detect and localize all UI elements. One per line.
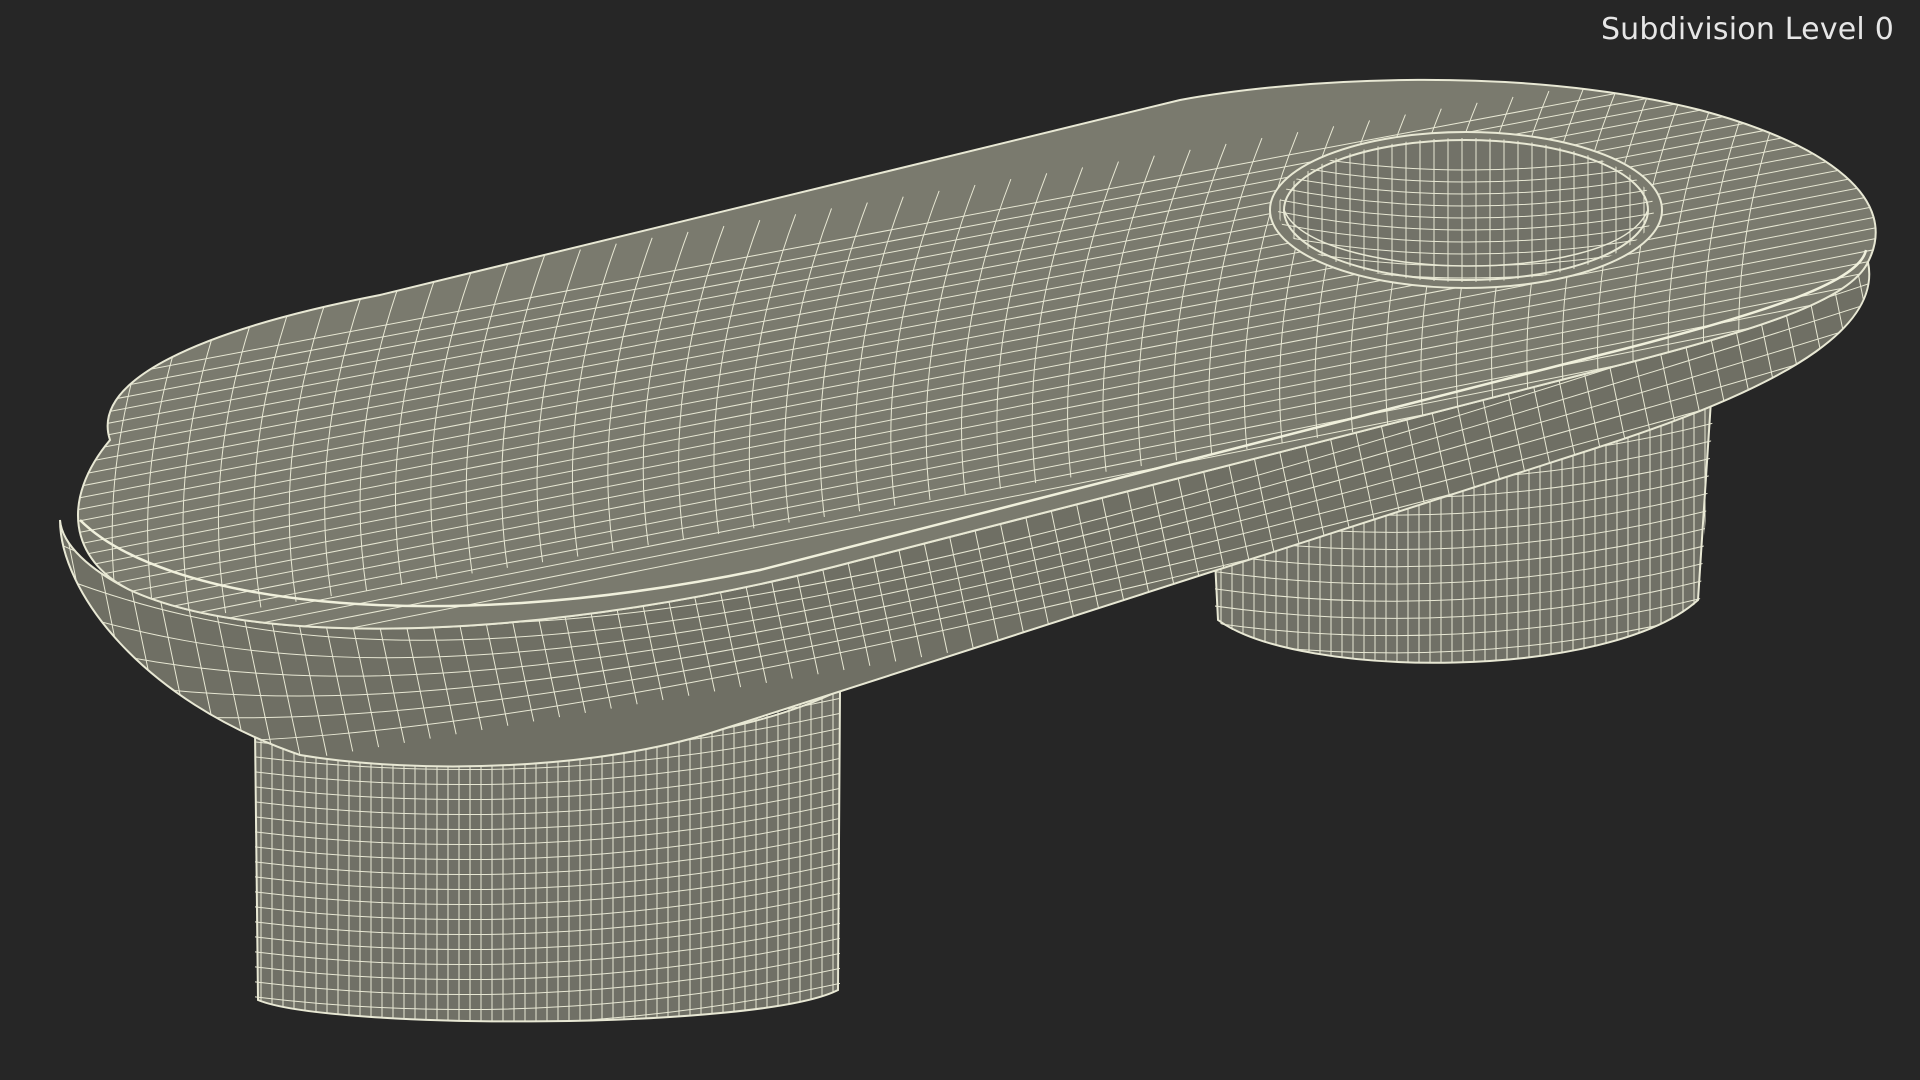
render-viewport[interactable]: Subdivision Level 0 bbox=[0, 0, 1920, 1080]
bench-wireframe-model bbox=[59, 78, 1877, 1023]
subdivision-level-label: Subdivision Level 0 bbox=[1600, 12, 1894, 47]
